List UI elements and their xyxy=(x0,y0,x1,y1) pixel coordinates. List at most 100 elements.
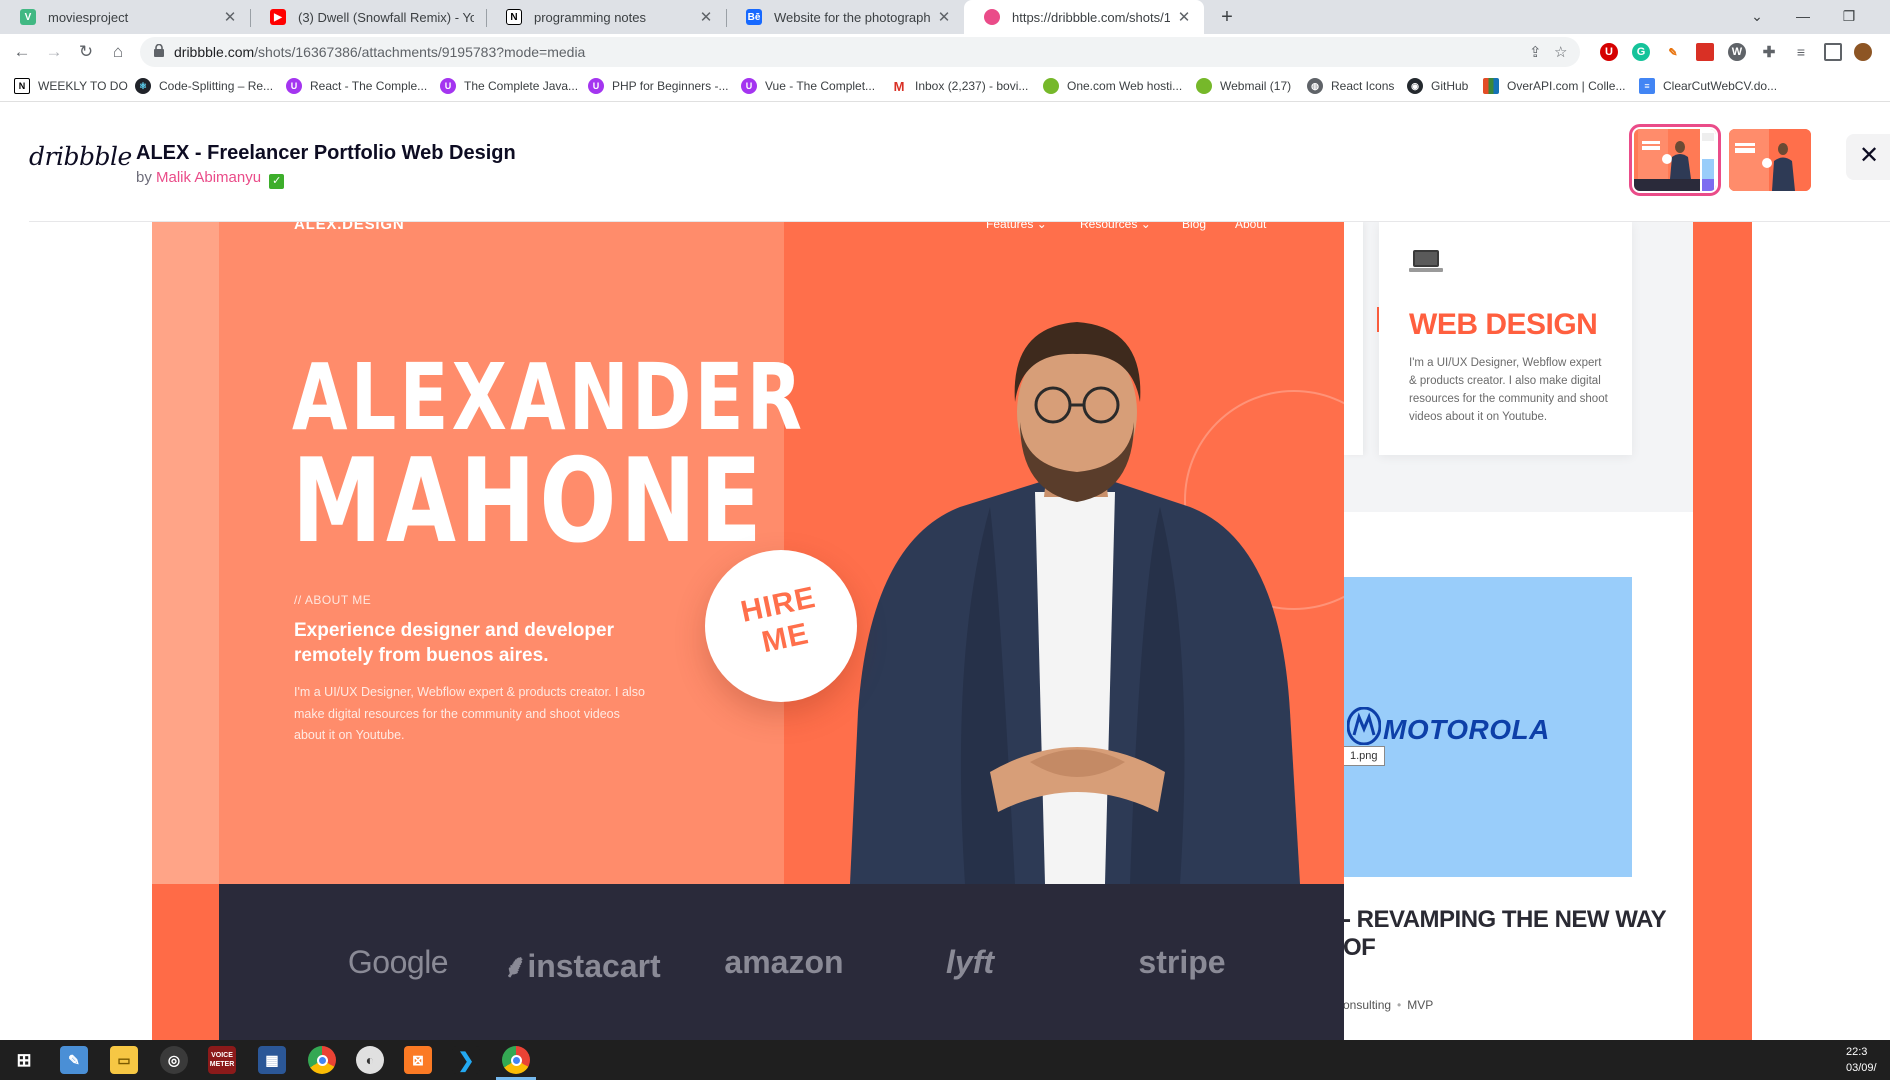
chrome-center-icon xyxy=(316,1054,328,1066)
bookmark-item[interactable]: U Vue - The Complet... xyxy=(741,76,875,96)
bookmark-item[interactable]: ◍ React Icons xyxy=(1307,76,1394,96)
restore-button[interactable]: ❐ xyxy=(1826,0,1872,34)
shot-canvas: WEB DESIGN I'm a UI/UX Designer, Webflow… xyxy=(0,222,1890,1040)
extension-red-icon[interactable] xyxy=(1696,43,1714,61)
right-accent-strip xyxy=(1692,222,1752,1040)
nav-features: Features ⌄ xyxy=(986,222,1047,231)
side-panel-icon[interactable] xyxy=(1824,43,1842,61)
close-icon[interactable]: ✕ xyxy=(222,8,238,26)
vscode-icon[interactable]: ❯ xyxy=(452,1046,480,1074)
file-explorer-icon[interactable]: ▭ xyxy=(110,1046,138,1074)
chrome-icon[interactable] xyxy=(308,1046,336,1074)
windows-start-icon[interactable]: ⊞ xyxy=(10,1046,38,1074)
bookmark-item[interactable]: U React - The Comple... xyxy=(286,76,427,96)
bookmark-item[interactable]: N WEEKLY TO DO xyxy=(14,76,128,96)
tab-search-icon[interactable]: ⌄ xyxy=(1734,0,1780,34)
udemy-icon: U xyxy=(588,78,604,94)
docs-icon: ≡ xyxy=(1639,78,1655,94)
site-logo: ALEX.DESIGN xyxy=(294,222,405,233)
tab-notion[interactable]: N programming notes ✕ xyxy=(486,0,726,34)
dribbble-icon xyxy=(984,9,1000,25)
obs-icon[interactable]: ◎ xyxy=(160,1046,188,1074)
notion-icon: N xyxy=(506,9,522,25)
carrot-icon: ⸙ xyxy=(503,948,528,984)
bookmark-item[interactable]: OverAPI.com | Colle... xyxy=(1483,76,1625,96)
eyedropper-icon[interactable]: ✎ xyxy=(1664,43,1682,61)
brand-text: instacart xyxy=(527,948,661,984)
url-text: dribbble.com/shots/16367386/attachments/… xyxy=(174,44,585,60)
new-tab-button[interactable]: + xyxy=(1214,4,1240,30)
hero-description: I'm a UI/UX Designer, Webflow expert & p… xyxy=(294,685,645,742)
laptop-icon xyxy=(1409,250,1443,272)
globe-icon: ◍ xyxy=(1307,78,1323,94)
tab-youtube[interactable]: ▶ (3) Dwell (Snowfall Remix) - YouT xyxy=(250,0,486,34)
media-control-icon[interactable]: ≡ xyxy=(1792,43,1810,61)
bookmark-label: GitHub xyxy=(1431,79,1469,93)
gmail-icon: M xyxy=(891,78,907,94)
by-label: by xyxy=(136,169,152,186)
tab-title: programming notes xyxy=(534,9,646,25)
dribbble-logo[interactable]: dribbble xyxy=(29,142,132,171)
attachment-thumbnail-1[interactable] xyxy=(1629,124,1721,196)
bookmark-item[interactable]: U PHP for Beginners -... xyxy=(588,76,729,96)
attachment-thumbnail-2[interactable] xyxy=(1729,129,1811,191)
voicemeeter-icon[interactable]: VOICE METER xyxy=(208,1046,236,1074)
grammarly-icon[interactable]: G xyxy=(1632,43,1650,61)
shot-byline: by Malik Abimanyu ✓ xyxy=(136,169,285,189)
bookmark-item[interactable]: ⚛ Code-Splitting – Re... xyxy=(135,76,273,96)
share-icon[interactable]: ⇪ xyxy=(1529,43,1542,61)
chrome-center-icon xyxy=(510,1054,522,1066)
client-logo-lyft: lyft xyxy=(946,944,994,980)
address-bar[interactable]: dribbble.com/shots/16367386/attachments/… xyxy=(140,37,1580,67)
reload-button[interactable]: ↻ xyxy=(74,40,98,64)
forward-button[interactable]: → xyxy=(42,40,66,64)
tab-dribbble[interactable]: https://dribbble.com/shots/1636 ✕ xyxy=(964,0,1204,34)
puzzle-icon[interactable]: ✚ xyxy=(1760,43,1778,61)
bookmark-item[interactable]: U The Complete Java... xyxy=(440,76,578,96)
tab-moviesproject[interactable]: V moviesproject ✕ xyxy=(0,0,250,34)
app-icon[interactable]: ◐ xyxy=(356,1046,384,1074)
nav-about: About xyxy=(1235,222,1267,231)
tag-item: onsulting xyxy=(1343,998,1392,1012)
vue-icon: V xyxy=(20,9,36,25)
system-clock[interactable]: 22:3 03/09/ xyxy=(1846,1044,1890,1076)
tab-behance[interactable]: Bē Website for the photographer | U ✕ xyxy=(726,0,964,34)
home-button[interactable]: ⌂ xyxy=(106,40,130,64)
close-icon[interactable]: ✕ xyxy=(698,8,714,26)
tab-title: (3) Dwell (Snowfall Remix) - YouT xyxy=(298,9,474,25)
notepad-icon[interactable]: ✎ xyxy=(60,1046,88,1074)
left-accent-strip xyxy=(152,222,219,884)
close-shot-button[interactable]: ✕ xyxy=(1846,134,1890,180)
case-study-image: MOTOROLA xyxy=(1343,577,1632,877)
bookmark-label: React - The Comple... xyxy=(310,79,428,93)
bookmark-star-icon[interactable]: ☆ xyxy=(1554,43,1567,61)
client-logo-stripe: stripe xyxy=(1138,944,1226,980)
nav-label: Resources xyxy=(1080,222,1138,231)
wordpress-icon[interactable]: W xyxy=(1728,43,1746,61)
back-button[interactable]: ← xyxy=(10,40,34,64)
thumbnail-preview-icon xyxy=(1729,129,1811,191)
bookmark-item[interactable]: One.com Web hosti... xyxy=(1043,76,1182,96)
ublock-icon[interactable]: U xyxy=(1600,43,1618,61)
bookmark-label: One.com Web hosti... xyxy=(1067,79,1183,93)
close-icon[interactable]: ✕ xyxy=(1176,8,1192,26)
bookmarks-bar: N WEEKLY TO DO ⚛ Code-Splitting – Re... UR… xyxy=(0,70,1890,102)
bookmark-item[interactable]: ◉ GitHub xyxy=(1407,76,1468,96)
bookmark-item[interactable]: Webmail (17) xyxy=(1196,76,1291,96)
bookmark-item[interactable]: ≡ ClearCutWebCV.do... xyxy=(1639,76,1777,96)
xampp-icon[interactable]: ⊠ xyxy=(404,1046,432,1074)
tab-title: Website for the photographer | U xyxy=(774,9,930,25)
bookmark-item[interactable]: M Inbox (2,237) - bovi... xyxy=(891,76,1028,96)
minimize-button[interactable]: — xyxy=(1780,0,1826,34)
author-link[interactable]: Malik Abimanyu xyxy=(156,169,261,186)
udemy-icon: U xyxy=(440,78,456,94)
thumbnail-preview-icon xyxy=(1634,129,1716,191)
lock-icon[interactable] xyxy=(154,44,164,57)
close-icon[interactable]: ✕ xyxy=(936,8,952,26)
calculator-icon[interactable]: ▦ xyxy=(258,1046,286,1074)
profile-avatar[interactable] xyxy=(1854,43,1872,61)
overapi-icon xyxy=(1483,78,1499,94)
youtube-icon: ▶ xyxy=(270,9,286,25)
chrome-icon[interactable] xyxy=(502,1046,530,1074)
design-continuation: WEB DESIGN I'm a UI/UX Designer, Webflow… xyxy=(1343,222,1693,1040)
